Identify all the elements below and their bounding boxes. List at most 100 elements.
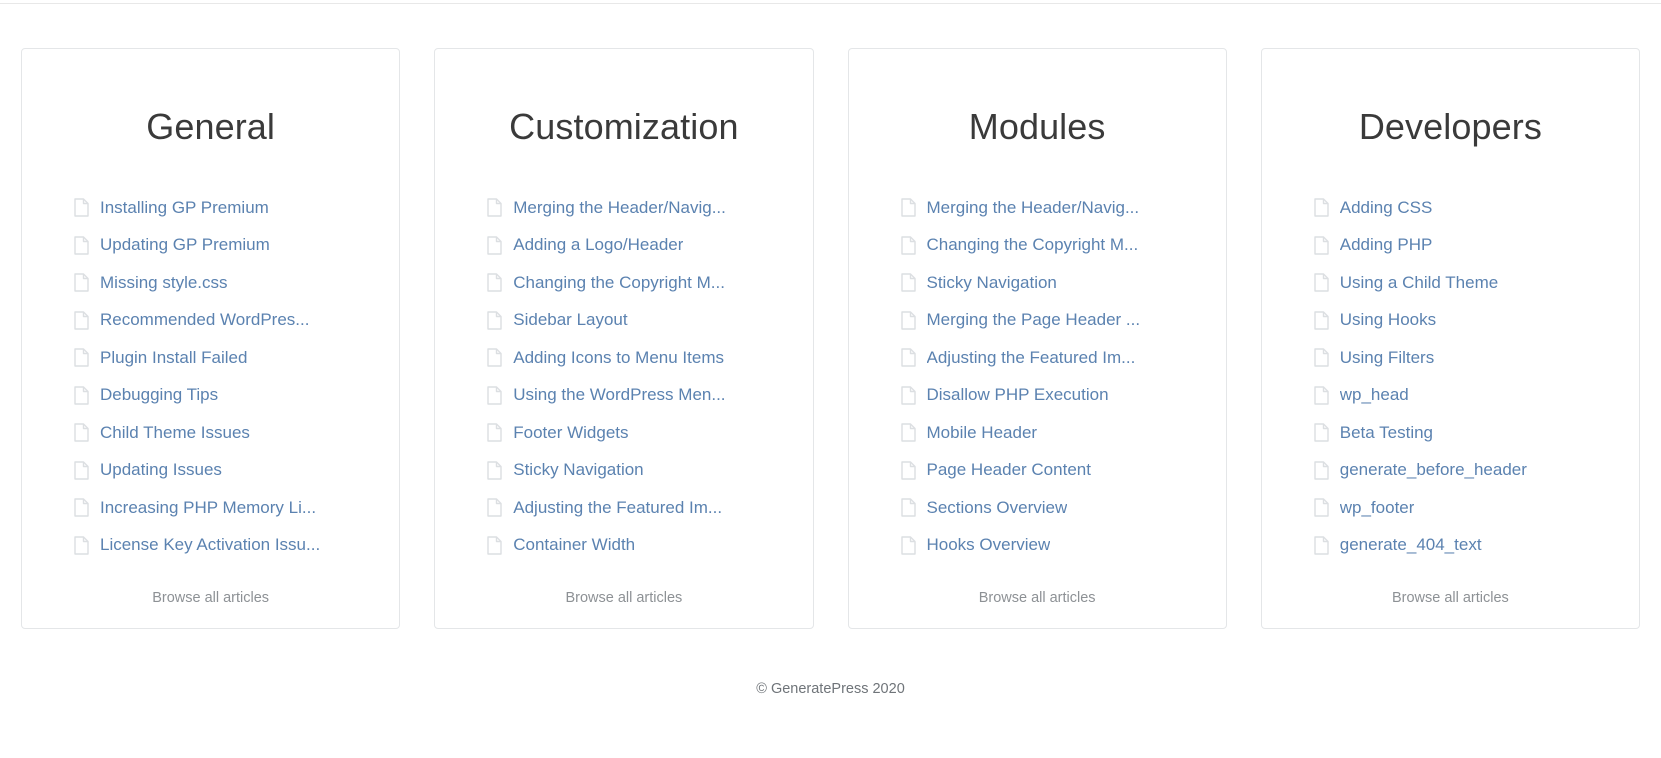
list-item[interactable]: Merging the Header/Navig... (849, 189, 1226, 227)
article-link[interactable]: Using Filters (1340, 347, 1434, 369)
article-link[interactable]: Mobile Header (927, 422, 1038, 444)
document-icon (900, 498, 916, 518)
article-link[interactable]: Disallow PHP Execution (927, 384, 1109, 406)
category-card: Developers Adding CSS Adding PHP Using a Ch… (1260, 48, 1640, 629)
browse-all-articles-link[interactable]: Browse all articles (22, 590, 399, 606)
browse-all-articles-link[interactable]: Browse all articles (435, 590, 812, 606)
knowledge-base-page: General Installing GP Premium Updating GP … (0, 0, 1661, 758)
article-link[interactable]: Sidebar Layout (513, 309, 627, 331)
article-list: Merging the Header/Navig... Changing the … (849, 148, 1226, 564)
list-item[interactable]: Adding a Logo/Header (435, 227, 812, 265)
list-item[interactable]: Beta Testing (1262, 414, 1639, 452)
article-link[interactable]: Plugin Install Failed (100, 347, 247, 369)
article-link[interactable]: Sticky Navigation (927, 272, 1057, 294)
list-item[interactable]: wp_head (1262, 377, 1639, 415)
list-item[interactable]: Updating GP Premium (22, 227, 399, 265)
article-link[interactable]: Using the WordPress Men... (513, 384, 725, 406)
article-link[interactable]: generate_before_header (1340, 459, 1527, 481)
article-link[interactable]: Changing the Copyright M... (513, 272, 725, 294)
list-item[interactable]: Changing the Copyright M... (435, 264, 812, 302)
article-link[interactable]: Installing GP Premium (100, 197, 269, 219)
article-link[interactable]: Page Header Content (927, 459, 1091, 481)
list-item[interactable]: Sticky Navigation (849, 264, 1226, 302)
document-icon (74, 461, 89, 480)
list-item[interactable]: Using Hooks (1262, 302, 1639, 340)
article-link[interactable]: wp_head (1340, 384, 1409, 406)
list-item[interactable]: Plugin Install Failed (22, 339, 399, 377)
article-link[interactable]: Adjusting the Featured Im... (513, 497, 722, 519)
article-link[interactable]: generate_404_text (1340, 534, 1482, 556)
document-icon (900, 423, 916, 443)
list-item[interactable]: Sections Overview (849, 489, 1226, 527)
article-link[interactable]: Missing style.css (100, 272, 228, 294)
article-link[interactable]: Increasing PHP Memory Li... (100, 497, 316, 519)
article-link[interactable]: Using Hooks (1340, 309, 1436, 331)
article-link[interactable]: Container Width (513, 534, 635, 556)
article-link[interactable]: Merging the Header/Navig... (513, 197, 726, 219)
list-item[interactable]: Debugging Tips (22, 377, 399, 415)
list-item[interactable]: Updating Issues (22, 452, 399, 490)
list-item[interactable]: Missing style.css (22, 264, 399, 302)
document-icon (74, 386, 89, 405)
article-link[interactable]: Recommended WordPres... (100, 309, 309, 331)
article-link[interactable]: Hooks Overview (927, 534, 1051, 556)
article-link[interactable]: License Key Activation Issu... (100, 534, 320, 556)
list-item[interactable]: Using Filters (1262, 339, 1639, 377)
list-item[interactable]: generate_404_text (1262, 527, 1639, 565)
article-link[interactable]: Changing the Copyright M... (927, 234, 1139, 256)
list-item[interactable]: Adjusting the Featured Im... (435, 489, 812, 527)
list-item[interactable]: wp_footer (1262, 489, 1639, 527)
list-item[interactable]: Merging the Page Header ... (849, 302, 1226, 340)
document-icon (74, 536, 89, 555)
article-link[interactable]: wp_footer (1340, 497, 1415, 519)
list-item[interactable]: Page Header Content (849, 452, 1226, 490)
list-item[interactable]: Adjusting the Featured Im... (849, 339, 1226, 377)
document-icon (74, 348, 89, 368)
list-item[interactable]: Increasing PHP Memory Li... (22, 489, 399, 527)
article-link[interactable]: Sections Overview (927, 497, 1068, 519)
list-item[interactable]: Child Theme Issues (22, 414, 399, 452)
article-link[interactable]: Sticky Navigation (513, 459, 643, 481)
document-icon (900, 461, 916, 480)
article-link[interactable]: Child Theme Issues (100, 422, 250, 444)
browse-all-articles-link[interactable]: Browse all articles (1262, 590, 1639, 606)
list-item[interactable]: Adding PHP (1262, 227, 1639, 265)
article-link[interactable]: Using a Child Theme (1340, 272, 1498, 294)
list-item[interactable]: Recommended WordPres... (22, 302, 399, 340)
list-item[interactable]: Disallow PHP Execution (849, 377, 1226, 415)
article-link[interactable]: Adding Icons to Menu Items (513, 347, 724, 369)
document-icon (1314, 273, 1329, 293)
article-link[interactable]: Updating Issues (100, 459, 222, 481)
list-item[interactable]: Changing the Copyright M... (849, 227, 1226, 265)
list-item[interactable]: Sidebar Layout (435, 302, 812, 340)
document-icon (487, 536, 502, 555)
category-card: Customization Merging the Header/Navig...… (434, 48, 814, 629)
article-link[interactable]: Merging the Header/Navig... (927, 197, 1140, 219)
article-link[interactable]: Merging the Page Header ... (927, 309, 1141, 331)
article-link[interactable]: Adding a Logo/Header (513, 234, 683, 256)
article-link[interactable]: Adjusting the Featured Im... (927, 347, 1136, 369)
list-item[interactable]: Using the WordPress Men... (435, 377, 812, 415)
article-link[interactable]: Adding PHP (1340, 234, 1433, 256)
document-icon (1314, 461, 1329, 480)
list-item[interactable]: Adding CSS (1262, 189, 1639, 227)
document-icon (1314, 348, 1329, 368)
browse-all-articles-link[interactable]: Browse all articles (849, 590, 1226, 606)
list-item[interactable]: Footer Widgets (435, 414, 812, 452)
list-item[interactable]: Merging the Header/Navig... (435, 189, 812, 227)
list-item[interactable]: generate_before_header (1262, 452, 1639, 490)
list-item[interactable]: License Key Activation Issu... (22, 527, 399, 565)
list-item[interactable]: Hooks Overview (849, 527, 1226, 565)
article-link[interactable]: Footer Widgets (513, 422, 628, 444)
article-link[interactable]: Beta Testing (1340, 422, 1433, 444)
article-link[interactable]: Debugging Tips (100, 384, 218, 406)
list-item[interactable]: Sticky Navigation (435, 452, 812, 490)
list-item[interactable]: Mobile Header (849, 414, 1226, 452)
list-item[interactable]: Using a Child Theme (1262, 264, 1639, 302)
article-link[interactable]: Updating GP Premium (100, 234, 270, 256)
list-item[interactable]: Container Width (435, 527, 812, 565)
list-item[interactable]: Adding Icons to Menu Items (435, 339, 812, 377)
category-card: General Installing GP Premium Updating GP … (21, 48, 401, 629)
list-item[interactable]: Installing GP Premium (22, 189, 399, 227)
article-link[interactable]: Adding CSS (1340, 197, 1433, 219)
